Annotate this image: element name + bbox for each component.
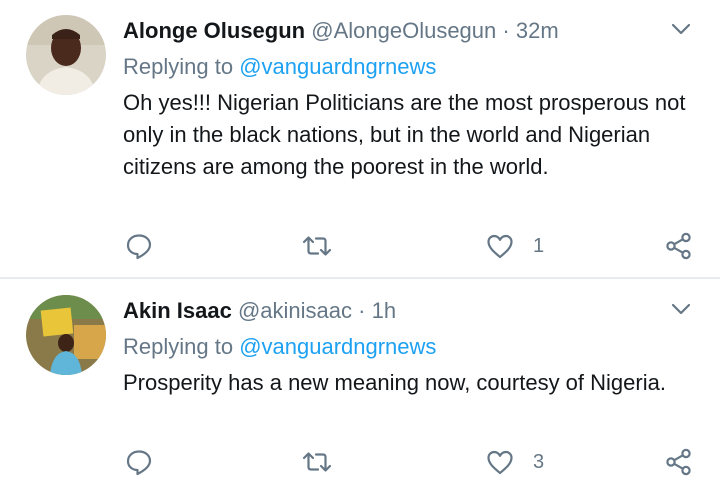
tweet-item[interactable]: Akin Isaac @akinisaac · 1h Replying to @…: [0, 280, 720, 490]
tweet-actions: 3: [0, 442, 720, 482]
separator-dot: ·: [358, 298, 366, 323]
display-name[interactable]: Alonge Olusegun: [123, 18, 305, 43]
replying-to: Replying to @vanguardngrnews: [123, 54, 436, 80]
retweet-icon: [302, 452, 332, 472]
retweet-icon: [302, 236, 332, 256]
tweet-text: Oh yes!!! Nigerian Politicians are the m…: [123, 90, 686, 179]
reply-button[interactable]: [124, 446, 154, 478]
retweet-button[interactable]: [302, 230, 332, 262]
user-handle[interactable]: @AlongeOlusegun: [311, 18, 496, 43]
heart-icon: [487, 450, 513, 475]
replying-to-label: Replying to: [123, 334, 240, 359]
replying-to-mention[interactable]: @vanguardngrnews: [239, 334, 436, 359]
tweet-actions: 1: [0, 226, 720, 266]
tweet-divider: [0, 277, 720, 279]
tweet-header: Akin Isaac @akinisaac · 1h: [123, 298, 396, 324]
like-button[interactable]: 3: [485, 446, 544, 478]
share-icon: [666, 232, 691, 260]
share-button[interactable]: [664, 230, 694, 262]
timestamp[interactable]: 1h: [372, 298, 396, 323]
user-handle[interactable]: @akinisaac: [238, 298, 352, 323]
separator-dot: ·: [502, 18, 510, 43]
like-count: 1: [533, 234, 545, 257]
reply-icon: [126, 234, 152, 260]
chevron-down-icon[interactable]: [668, 296, 694, 322]
share-icon: [666, 448, 691, 476]
tweet-header: Alonge Olusegun @AlongeOlusegun · 32m: [123, 18, 559, 44]
replying-to-mention[interactable]: @vanguardngrnews: [239, 54, 436, 79]
reply-icon: [126, 450, 152, 476]
chevron-down-icon[interactable]: [668, 16, 694, 42]
display-name[interactable]: Akin Isaac: [123, 298, 232, 323]
share-button[interactable]: [664, 446, 694, 478]
replying-to: Replying to @vanguardngrnews: [123, 334, 436, 360]
avatar[interactable]: [26, 295, 106, 375]
like-button[interactable]: 1: [485, 230, 544, 262]
tweet-text: Prosperity has a new meaning now, courte…: [123, 370, 666, 395]
retweet-button[interactable]: [302, 446, 332, 478]
timestamp[interactable]: 32m: [516, 18, 559, 43]
like-count: 3: [533, 450, 545, 473]
tweet-item[interactable]: Alonge Olusegun @AlongeOlusegun · 32m Re…: [0, 0, 720, 278]
replying-to-label: Replying to: [123, 54, 240, 79]
heart-icon: [487, 234, 513, 259]
avatar[interactable]: [26, 15, 106, 95]
reply-button[interactable]: [124, 230, 154, 262]
